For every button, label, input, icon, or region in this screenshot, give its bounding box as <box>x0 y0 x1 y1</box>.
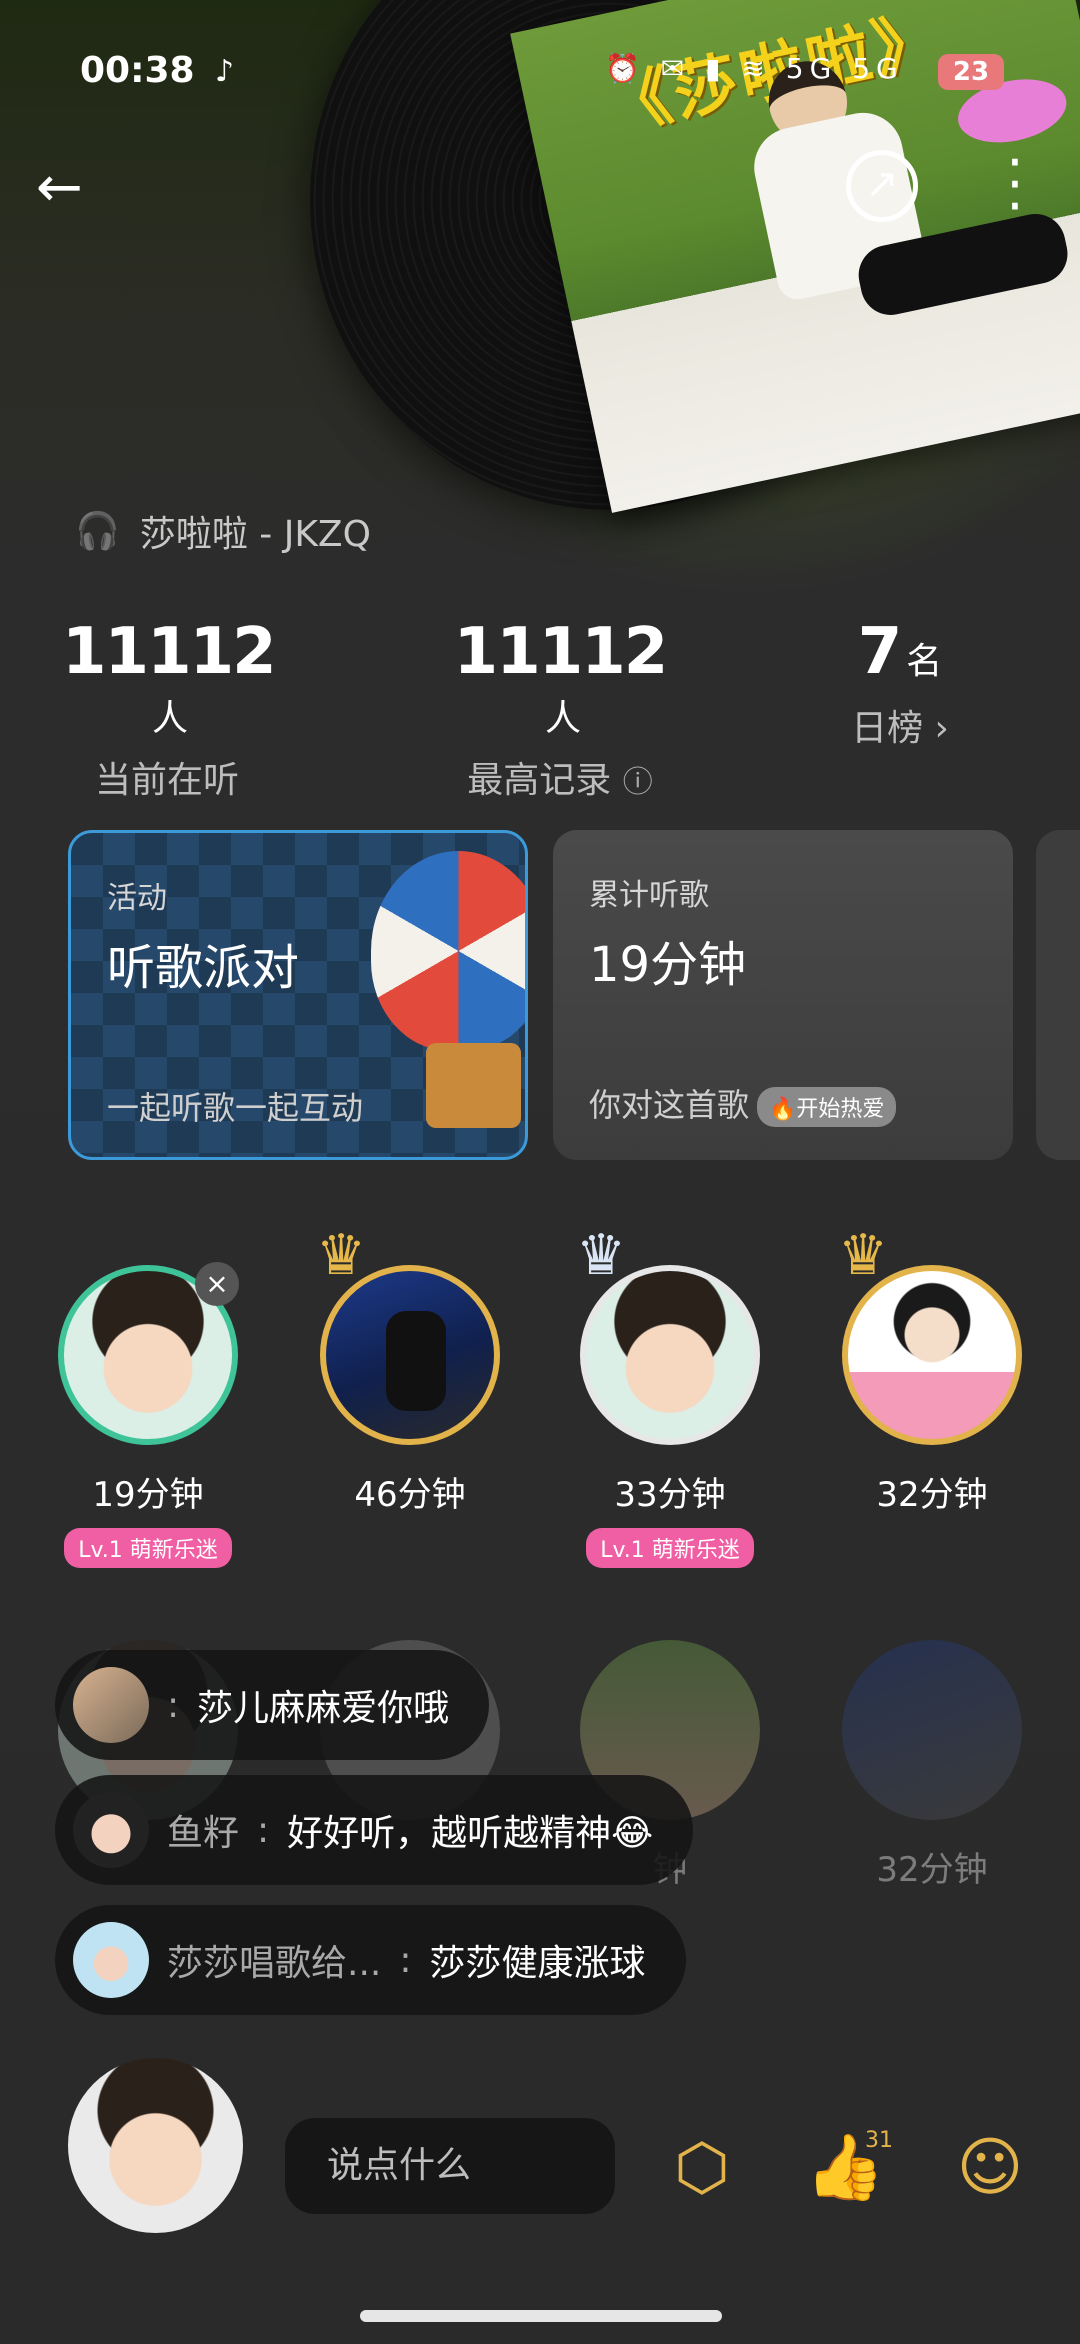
listener-8[interactable]: 32分钟 <box>842 1640 1022 1891</box>
stat-unit: 名 <box>906 641 943 682</box>
listener-4[interactable]: ♛ 32分钟 <box>838 1223 1022 1516</box>
comment-input[interactable]: 说点什么 <box>285 2118 615 2214</box>
balloon-basket <box>426 1043 521 1128</box>
avatar <box>842 1265 1022 1445</box>
crown-icon: ♛ <box>316 1223 367 1288</box>
listener-3[interactable]: ♛ 33分钟 Lv.1 萌新乐迷 <box>576 1223 760 1568</box>
chevron-right-icon: › <box>934 708 949 749</box>
more-vertical-icon[interactable]: · · · <box>1000 136 1030 234</box>
stat-label: 日榜 <box>851 708 924 749</box>
activity-title: 听歌派对 <box>107 940 300 996</box>
status-bar: 00:38 ♪ ⏰ ✉ ▮ ≋ 5G 5G 23 <box>0 0 1080 150</box>
close-icon[interactable]: × <box>195 1262 239 1306</box>
listen-time-card[interactable]: 累计听歌 19分钟 你对这首歌 🔥开始热爱 <box>553 830 1013 1160</box>
activity-card[interactable]: 活动 听歌派对 一起听歌一起互动 <box>68 830 528 1160</box>
listen-duration: 19分钟 <box>92 1475 204 1515</box>
crown-icon: ♛ <box>838 1223 889 1288</box>
comment-text: 莎儿麻麻爱你哦 <box>197 1688 450 1729</box>
stat-value: 7 <box>857 615 903 689</box>
listen-subtitle: 你对这首歌 🔥开始热爱 <box>589 1080 897 1127</box>
activity-tag: 活动 <box>107 881 167 916</box>
stat-record-listeners[interactable]: 11112 人 最高记录 ⓘ <box>440 615 680 803</box>
song-title: 莎啦啦 - JKZQ <box>139 514 371 555</box>
comment-separator: : <box>257 1809 270 1851</box>
listener-2[interactable]: ♛ 46分钟 <box>316 1223 500 1516</box>
hot-air-balloon-icon <box>371 851 525 1051</box>
level-badge: Lv.1 萌新乐迷 <box>64 1528 232 1568</box>
level-badge: Lv.1 萌新乐迷 <box>586 1528 754 1568</box>
signal-text: 5G 5G <box>785 52 904 85</box>
like-count: 31 <box>865 2128 893 2153</box>
comment-text: 莎莎健康涨球 <box>429 1943 646 1984</box>
next-card[interactable] <box>1036 830 1080 1160</box>
stat-label: 当前在听 <box>94 760 239 801</box>
commenter-avatar <box>73 1922 149 1998</box>
commenter-name: 莎莎唱歌给... <box>167 1943 382 1984</box>
commenter-avatar <box>73 1792 149 1868</box>
avatar <box>580 1265 760 1445</box>
info-icon[interactable]: ⓘ <box>623 765 653 800</box>
commenter-avatar <box>73 1667 149 1743</box>
home-indicator[interactable] <box>360 2310 722 2322</box>
listen-duration: 46分钟 <box>354 1475 466 1515</box>
share-icon[interactable]: ↗ <box>846 150 918 222</box>
tiktok-icon: ♪ <box>215 54 235 89</box>
flame-icon: 🔥 <box>769 1097 797 1122</box>
stat-label: 最高记录 <box>467 760 612 801</box>
battery-badge: 23 <box>938 54 1004 90</box>
stat-unit: 人 <box>151 698 188 739</box>
listen-duration: 19分钟 <box>589 937 747 993</box>
avatar <box>320 1265 500 1445</box>
status-time: 00:38 <box>80 50 195 91</box>
comment-bubble[interactable]: : 莎儿麻麻爱你哦 <box>55 1650 490 1760</box>
music-listening-room: 《莎啦啦》 00:38 ♪ ⏰ ✉ ▮ ≋ 5G 5G 23 ← ↗ · · · 🎧… <box>0 0 1080 2344</box>
status-icons: ⏰ ✉ ▮ ≋ 5G 5G <box>605 52 904 85</box>
back-arrow-icon[interactable]: ← <box>36 160 96 220</box>
comment-bubble[interactable]: 莎莎唱歌给... : 莎莎健康涨球 <box>55 1905 686 2015</box>
listen-duration: 33分钟 <box>614 1475 726 1515</box>
comment-text: 好好听，越听越精神😂 <box>287 1813 654 1854</box>
stat-value: 11112 <box>453 615 669 689</box>
stat-current-listeners: 11112 人 当前在听 <box>62 615 277 803</box>
star-badge-icon[interactable]: ⬡ <box>662 2128 742 2208</box>
stat-daily-rank[interactable]: 7名 日榜 › <box>830 615 970 751</box>
crown-icon: ♛ <box>576 1223 627 1288</box>
love-badge: 🔥开始热爱 <box>757 1087 897 1127</box>
avatar <box>842 1640 1022 1820</box>
love-badge-text: 开始热爱 <box>796 1097 885 1122</box>
smiley-icon[interactable]: ☺ <box>950 2128 1030 2208</box>
listener-1[interactable]: 19分钟 Lv.1 萌新乐迷 <box>58 1265 238 1568</box>
activity-subtitle: 一起听歌一起互动 <box>107 1089 364 1127</box>
song-title-row[interactable]: 🎧 莎啦啦 - JKZQ <box>75 505 371 557</box>
commenter-name: 鱼籽 <box>167 1813 240 1854</box>
listen-duration: 32分钟 <box>876 1850 988 1890</box>
listen-duration: 32分钟 <box>876 1475 988 1515</box>
comment-separator: : <box>399 1939 412 1981</box>
comment-separator: : <box>167 1684 180 1726</box>
headphones-icon: 🎧 <box>75 511 120 552</box>
stat-value: 11112 <box>62 615 277 689</box>
listen-subtitle-text: 你对这首歌 <box>589 1086 750 1124</box>
my-avatar[interactable] <box>68 2058 243 2233</box>
listen-tag: 累计听歌 <box>589 878 709 913</box>
stat-unit: 人 <box>544 698 581 739</box>
comment-bubble[interactable]: 鱼籽 : 好好听，越听越精神😂 <box>55 1775 694 1885</box>
